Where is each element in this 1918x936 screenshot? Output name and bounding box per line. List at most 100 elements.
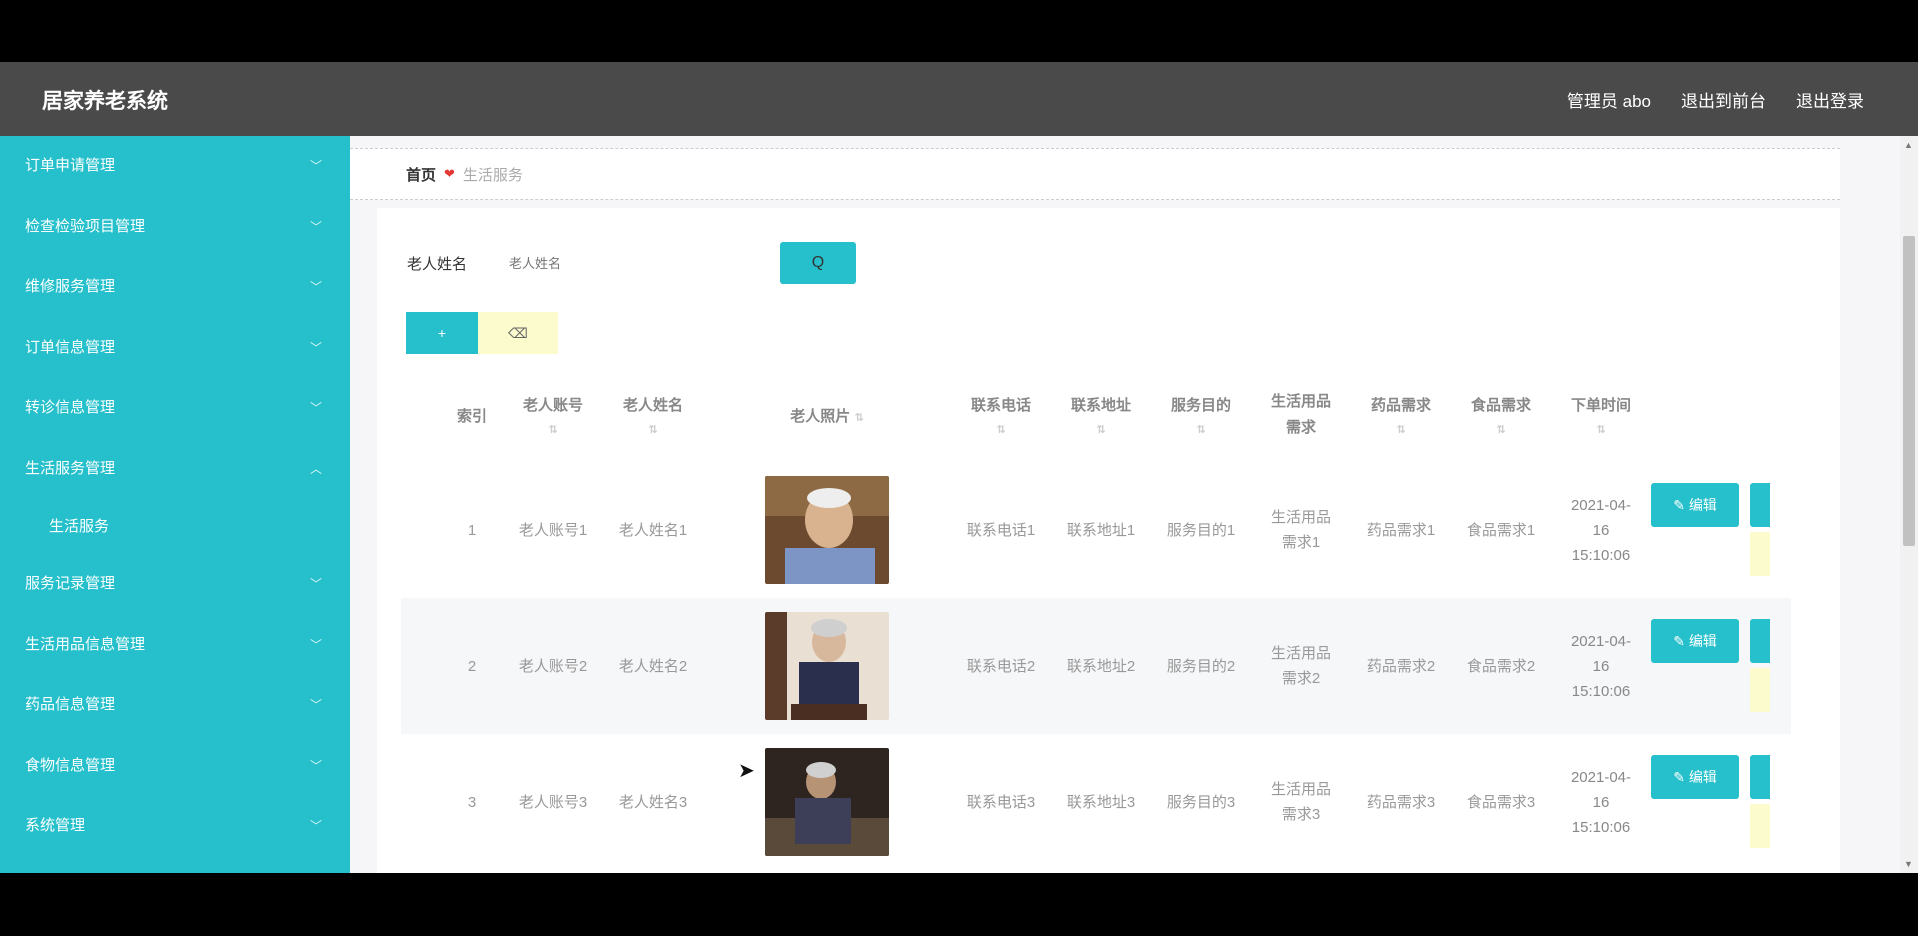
sort-icon[interactable]: ⇅ xyxy=(1451,423,1551,436)
delete-row-button[interactable] xyxy=(1750,804,1770,848)
scroll-down-icon[interactable]: ▼ xyxy=(1904,859,1913,869)
chevron-down-icon: ﹀ xyxy=(309,401,322,415)
chevron-down-icon: ﹀ xyxy=(309,819,322,833)
cell-medicine: 药品需求1 xyxy=(1366,521,1436,539)
sort-icon[interactable]: ⇅ xyxy=(854,412,863,424)
cell-medicine: 药品需求2 xyxy=(1351,598,1451,734)
sort-icon[interactable]: ⇅ xyxy=(951,423,1051,436)
column-header[interactable]: 老人姓名 ⇅ xyxy=(603,368,703,462)
row-operations: ✎ 编辑 xyxy=(1651,734,1791,870)
sort-icon[interactable]: ⇅ xyxy=(503,423,603,436)
edit-button[interactable]: ✎ 编辑 xyxy=(1651,619,1739,663)
column-header[interactable]: 食品需求 ⇅ xyxy=(1451,368,1551,462)
delete-button[interactable]: ⌫ xyxy=(478,312,558,354)
content-panel: 老人姓名 Q + ⌫ 索引 老人账号⇅ 老人姓名⇅ 老人照片 ⇅ 联系电话⇅ xyxy=(377,208,1840,873)
cell-index: 1 xyxy=(467,521,477,539)
sidebar-item-order-apply[interactable]: 订单申请管理 ﹀ xyxy=(0,136,350,197)
row-checkbox[interactable] xyxy=(401,598,441,734)
elder-photo xyxy=(765,748,889,856)
app-title: 居家养老系统 xyxy=(42,90,168,113)
data-table: 索引 老人账号 ⇅ 老人姓名 ⇅ 老人照片 ⇅ 联系电话 ⇅ 联系地址 ⇅ 服务目的 ⇅ … xyxy=(401,368,1791,870)
column-header[interactable]: 服务目的 ⇅ xyxy=(1151,368,1251,462)
top-nav: 管理员 abo 退出到前台 退出登录 xyxy=(1567,87,1864,112)
elder-photo xyxy=(765,476,889,584)
sidebar-item-label: 订单申请管理 xyxy=(25,157,116,174)
logout-link[interactable]: 退出登录 xyxy=(1796,87,1864,112)
cell-medicine: 药品需求3 xyxy=(1366,793,1436,811)
top-bar: 居家养老系统 管理员 abo 退出到前台 退出登录 xyxy=(0,62,1918,136)
cell-food: 食品需求2 xyxy=(1451,598,1551,734)
sidebar-subitem-life-service[interactable]: 生活服务 xyxy=(0,499,350,554)
cell-food: 食品需求3 xyxy=(1466,793,1536,811)
chevron-down-icon: ﹀ xyxy=(309,637,322,652)
sidebar-item-life-service[interactable]: 生活服务管理 ︿ xyxy=(0,439,350,500)
column-header[interactable]: 下单时间 ⇅ xyxy=(1551,368,1651,462)
breadcrumb: 首页 ❤ 生活服务 xyxy=(350,148,1840,200)
sort-icon[interactable]: ⇅ xyxy=(603,423,703,436)
cell-address: 联系地址1 xyxy=(1066,521,1136,539)
column-header[interactable]: 药品需求 ⇅ xyxy=(1351,368,1451,462)
sidebar-item-label: 生活服务管理 xyxy=(25,459,116,477)
edit-button[interactable]: ✎ 编辑 xyxy=(1651,755,1739,799)
search-button[interactable]: Q xyxy=(780,242,856,284)
search-row: 老人姓名 xyxy=(407,244,711,282)
search-input[interactable] xyxy=(507,244,711,282)
row-checkbox[interactable] xyxy=(401,734,441,870)
cell-address: 联系地址3 xyxy=(1066,793,1136,811)
column-header[interactable]: 联系电话 ⇅ xyxy=(951,368,1051,462)
sidebar-item-label: 维修服务管理 xyxy=(25,278,116,295)
chevron-down-icon: ﹀ xyxy=(309,159,322,173)
exit-to-front-link[interactable]: 退出到前台 xyxy=(1681,87,1766,112)
scroll-thumb[interactable] xyxy=(1903,236,1915,546)
column-header[interactable]: 老人照片 ⇅ xyxy=(703,368,951,462)
cell-time: 2021-04-16 15:10:06 xyxy=(1570,768,1632,836)
breadcrumb-home[interactable]: 首页 xyxy=(406,164,436,185)
sort-icon[interactable]: ⇅ xyxy=(1551,423,1651,436)
edit-icon: ✎ xyxy=(1673,768,1685,785)
column-header[interactable]: 生活用品需求 xyxy=(1251,368,1351,462)
detail-button[interactable] xyxy=(1750,619,1770,663)
admin-user-link[interactable]: 管理员 abo xyxy=(1567,87,1651,112)
app-window: 居家养老系统 管理员 abo 退出到前台 退出登录 订单申请管理 ﹀ 检查检验项目… xyxy=(0,62,1918,873)
delete-row-button[interactable] xyxy=(1750,668,1770,712)
table-row: 1 老人账号1 老人姓名1 联系电话1 联系地址1 服务目的1 生活用品需求1 … xyxy=(401,462,1791,598)
chevron-down-icon: ﹀ xyxy=(309,577,322,591)
sidebar-item-medicine[interactable]: 药品信息管理 ﹀ xyxy=(0,675,350,736)
sidebar-item-daily-goods[interactable]: 生活用品信息管理 ﹀ xyxy=(0,615,350,676)
main-area: 首页 ❤ 生活服务 老人姓名 Q + ⌫ 索引 老人账号⇅ 老人 xyxy=(350,136,1900,873)
sidebar-item-label: 服务记录管理 xyxy=(25,575,116,592)
column-header: 索引 xyxy=(456,407,487,425)
heart-icon: ❤ xyxy=(444,166,455,181)
cell-name: 老人姓名2 xyxy=(603,598,703,734)
delete-row-button[interactable] xyxy=(1750,532,1770,576)
elder-photo xyxy=(765,612,889,720)
sidebar-item-order-info[interactable]: 订单信息管理 ﹀ xyxy=(0,318,350,379)
page-scrollbar[interactable]: ▲ ▼ xyxy=(1900,136,1918,873)
edit-icon: ✎ xyxy=(1673,632,1685,649)
sidebar-item-service-record[interactable]: 服务记录管理 ﹀ xyxy=(0,554,350,615)
cell-account: 老人账号2 xyxy=(503,598,603,734)
sidebar-item-label: 食物信息管理 xyxy=(25,756,116,774)
sidebar-item-inspection[interactable]: 检查检验项目管理 ﹀ xyxy=(0,197,350,258)
add-button[interactable]: + xyxy=(406,312,478,354)
sort-icon[interactable]: ⇅ xyxy=(1051,423,1151,436)
chevron-up-icon: ︿ xyxy=(309,461,322,476)
edit-button[interactable]: ✎ 编辑 xyxy=(1651,483,1739,527)
sidebar-item-label: 订单信息管理 xyxy=(25,338,116,356)
sort-icon[interactable]: ⇅ xyxy=(1151,423,1251,436)
sidebar-item-label: 药品信息管理 xyxy=(25,696,116,713)
sidebar-item-referral[interactable]: 转诊信息管理 ﹀ xyxy=(0,378,350,439)
column-header[interactable]: 联系地址 ⇅ xyxy=(1051,368,1151,462)
scroll-up-icon[interactable]: ▲ xyxy=(1904,140,1913,150)
cell-address: 联系地址2 xyxy=(1051,598,1151,734)
detail-button[interactable] xyxy=(1750,483,1770,527)
sidebar-item-food[interactable]: 食物信息管理 ﹀ xyxy=(0,736,350,797)
column-header[interactable]: 老人账号 ⇅ xyxy=(503,368,603,462)
row-checkbox[interactable] xyxy=(401,462,441,598)
sidebar-item-repair[interactable]: 维修服务管理 ﹀ xyxy=(0,257,350,318)
sort-icon[interactable]: ⇅ xyxy=(1351,423,1451,436)
sidebar-item-system[interactable]: 系统管理 ﹀ xyxy=(0,796,350,857)
table-row: 2 老人账号2 老人姓名2 联系电话2 联系地址2 服务目的2 生活用品需求2 … xyxy=(401,598,1791,734)
sidebar-item-label: 系统管理 xyxy=(25,817,86,834)
detail-button[interactable] xyxy=(1750,755,1770,799)
